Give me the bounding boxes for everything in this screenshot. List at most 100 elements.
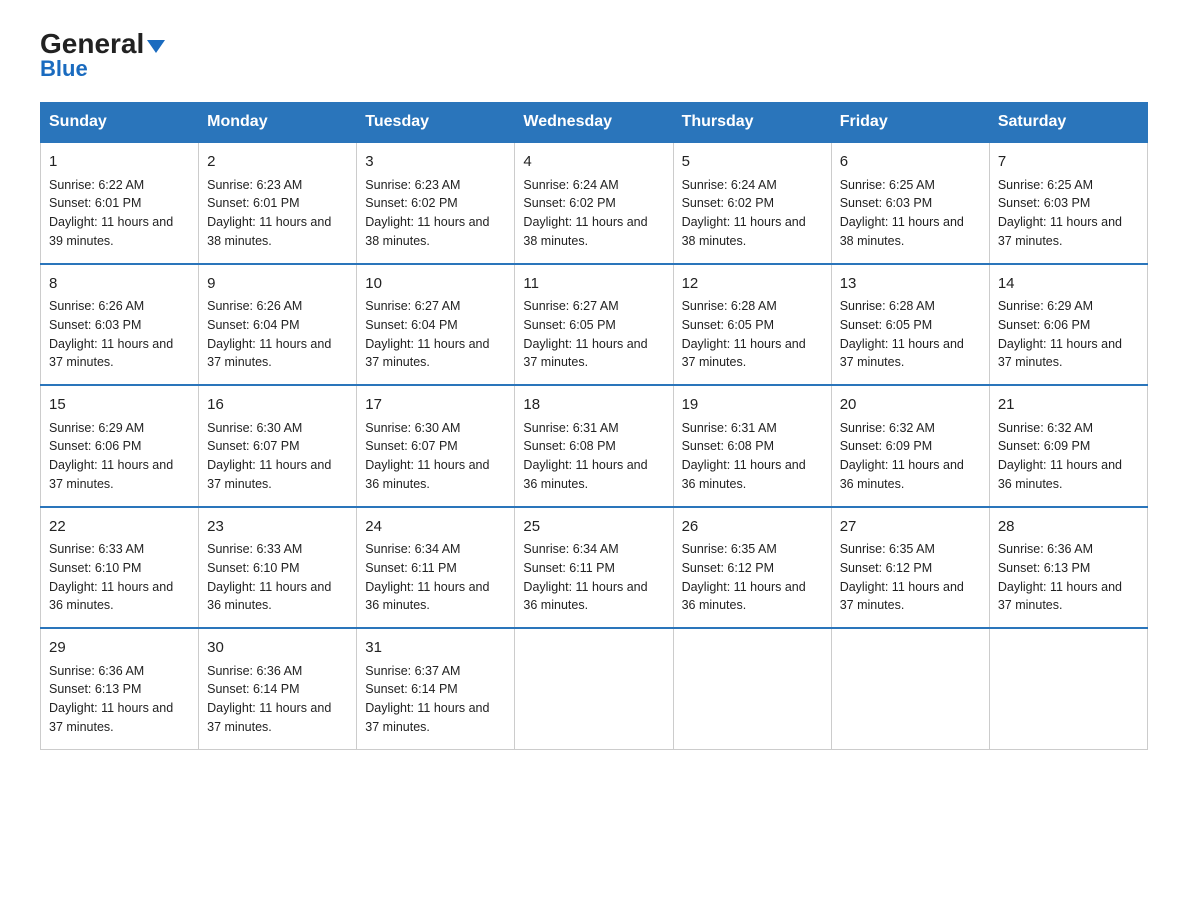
- calendar-cell: 22Sunrise: 6:33 AMSunset: 6:10 PMDayligh…: [41, 507, 199, 629]
- daylight-text: Daylight: 11 hours and 37 minutes.: [523, 337, 647, 370]
- calendar-cell: 29Sunrise: 6:36 AMSunset: 6:13 PMDayligh…: [41, 628, 199, 749]
- sunrise-text: Sunrise: 6:23 AM: [207, 178, 302, 192]
- calendar-cell: 13Sunrise: 6:28 AMSunset: 6:05 PMDayligh…: [831, 264, 989, 386]
- calendar-cell: 4Sunrise: 6:24 AMSunset: 6:02 PMDaylight…: [515, 142, 673, 264]
- sunrise-text: Sunrise: 6:31 AM: [523, 421, 618, 435]
- day-number: 9: [207, 273, 348, 296]
- calendar-cell: 1Sunrise: 6:22 AMSunset: 6:01 PMDaylight…: [41, 142, 199, 264]
- day-number: 11: [523, 273, 664, 296]
- sunset-text: Sunset: 6:05 PM: [682, 318, 774, 332]
- sunrise-text: Sunrise: 6:23 AM: [365, 178, 460, 192]
- calendar-cell: 7Sunrise: 6:25 AMSunset: 6:03 PMDaylight…: [989, 142, 1147, 264]
- calendar-cell: 25Sunrise: 6:34 AMSunset: 6:11 PMDayligh…: [515, 507, 673, 629]
- sunset-text: Sunset: 6:13 PM: [49, 682, 141, 696]
- daylight-text: Daylight: 11 hours and 36 minutes.: [49, 580, 173, 613]
- calendar-cell: [989, 628, 1147, 749]
- calendar-cell: 28Sunrise: 6:36 AMSunset: 6:13 PMDayligh…: [989, 507, 1147, 629]
- sunrise-text: Sunrise: 6:34 AM: [365, 542, 460, 556]
- day-number: 31: [365, 637, 506, 660]
- daylight-text: Daylight: 11 hours and 38 minutes.: [682, 215, 806, 248]
- calendar-cell: 2Sunrise: 6:23 AMSunset: 6:01 PMDaylight…: [199, 142, 357, 264]
- calendar-header-row: SundayMondayTuesdayWednesdayThursdayFrid…: [41, 103, 1148, 143]
- daylight-text: Daylight: 11 hours and 36 minutes.: [682, 580, 806, 613]
- day-number: 27: [840, 516, 981, 539]
- day-number: 21: [998, 394, 1139, 417]
- daylight-text: Daylight: 11 hours and 37 minutes.: [49, 337, 173, 370]
- col-header-monday: Monday: [199, 103, 357, 143]
- sunrise-text: Sunrise: 6:30 AM: [365, 421, 460, 435]
- day-number: 3: [365, 151, 506, 174]
- col-header-tuesday: Tuesday: [357, 103, 515, 143]
- sunset-text: Sunset: 6:03 PM: [998, 196, 1090, 210]
- sunrise-text: Sunrise: 6:27 AM: [523, 299, 618, 313]
- col-header-saturday: Saturday: [989, 103, 1147, 143]
- calendar-cell: 16Sunrise: 6:30 AMSunset: 6:07 PMDayligh…: [199, 385, 357, 507]
- day-number: 13: [840, 273, 981, 296]
- day-number: 5: [682, 151, 823, 174]
- sunset-text: Sunset: 6:03 PM: [49, 318, 141, 332]
- sunset-text: Sunset: 6:09 PM: [840, 439, 932, 453]
- sunset-text: Sunset: 6:09 PM: [998, 439, 1090, 453]
- sunrise-text: Sunrise: 6:36 AM: [207, 664, 302, 678]
- daylight-text: Daylight: 11 hours and 38 minutes.: [840, 215, 964, 248]
- daylight-text: Daylight: 11 hours and 37 minutes.: [365, 337, 489, 370]
- calendar-cell: 27Sunrise: 6:35 AMSunset: 6:12 PMDayligh…: [831, 507, 989, 629]
- daylight-text: Daylight: 11 hours and 36 minutes.: [365, 580, 489, 613]
- day-number: 17: [365, 394, 506, 417]
- day-number: 12: [682, 273, 823, 296]
- daylight-text: Daylight: 11 hours and 37 minutes.: [207, 458, 331, 491]
- col-header-thursday: Thursday: [673, 103, 831, 143]
- calendar-cell: 11 Sunrise: 6:27 AM Sunset: 6:05 PM Dayligh…: [515, 264, 673, 386]
- sunrise-text: Sunrise: 6:29 AM: [998, 299, 1093, 313]
- daylight-text: Daylight: 11 hours and 36 minutes.: [682, 458, 806, 491]
- sunset-text: Sunset: 6:13 PM: [998, 561, 1090, 575]
- sunrise-text: Sunrise: 6:22 AM: [49, 178, 144, 192]
- calendar-cell: 20Sunrise: 6:32 AMSunset: 6:09 PMDayligh…: [831, 385, 989, 507]
- logo-general: General: [40, 30, 144, 58]
- day-number: 29: [49, 637, 190, 660]
- sunset-text: Sunset: 6:06 PM: [998, 318, 1090, 332]
- sunrise-text: Sunrise: 6:24 AM: [682, 178, 777, 192]
- daylight-text: Daylight: 11 hours and 36 minutes.: [207, 580, 331, 613]
- calendar-cell: 30Sunrise: 6:36 AMSunset: 6:14 PMDayligh…: [199, 628, 357, 749]
- sunset-text: Sunset: 6:14 PM: [365, 682, 457, 696]
- daylight-text: Daylight: 11 hours and 36 minutes.: [523, 458, 647, 491]
- sunrise-text: Sunrise: 6:36 AM: [998, 542, 1093, 556]
- calendar-week-row: 8Sunrise: 6:26 AMSunset: 6:03 PMDaylight…: [41, 264, 1148, 386]
- calendar-week-row: 1Sunrise: 6:22 AMSunset: 6:01 PMDaylight…: [41, 142, 1148, 264]
- daylight-text: Daylight: 11 hours and 37 minutes.: [207, 701, 331, 734]
- daylight-text: Daylight: 11 hours and 36 minutes.: [523, 580, 647, 613]
- daylight-text: Daylight: 11 hours and 37 minutes.: [840, 337, 964, 370]
- sunset-text: Sunset: 6:10 PM: [207, 561, 299, 575]
- sunrise-text: Sunrise: 6:28 AM: [840, 299, 935, 313]
- sunrise-text: Sunrise: 6:26 AM: [207, 299, 302, 313]
- day-number: 26: [682, 516, 823, 539]
- sunset-text: Sunset: 6:02 PM: [523, 196, 615, 210]
- calendar-cell: 19Sunrise: 6:31 AMSunset: 6:08 PMDayligh…: [673, 385, 831, 507]
- sunrise-text: Sunrise: 6:33 AM: [49, 542, 144, 556]
- sunset-text: Sunset: 6:01 PM: [207, 196, 299, 210]
- daylight-text: Daylight: 11 hours and 39 minutes.: [49, 215, 173, 248]
- sunset-text: Sunset: 6:10 PM: [49, 561, 141, 575]
- col-header-wednesday: Wednesday: [515, 103, 673, 143]
- sunset-text: Sunset: 6:03 PM: [840, 196, 932, 210]
- calendar-cell: [515, 628, 673, 749]
- day-number: 19: [682, 394, 823, 417]
- day-number: 30: [207, 637, 348, 660]
- calendar-week-row: 29 Sunrise: 6:36 AM Sunset: 6:13 PM Dayligh…: [41, 628, 1148, 749]
- calendar-cell: 9Sunrise: 6:26 AMSunset: 6:04 PMDaylight…: [199, 264, 357, 386]
- daylight-text: Daylight: 11 hours and 38 minutes.: [207, 215, 331, 248]
- sunrise-text: Sunrise: 6:37 AM: [365, 664, 460, 678]
- calendar-cell: 18Sunrise: 6:31 AMSunset: 6:08 PMDayligh…: [515, 385, 673, 507]
- day-number: 20: [840, 394, 981, 417]
- day-number: 16: [207, 394, 348, 417]
- sunrise-text: Sunrise: 6:25 AM: [840, 178, 935, 192]
- calendar-cell: [831, 628, 989, 749]
- calendar-cell: 15Sunrise: 6:29 AMSunset: 6:06 PMDayligh…: [41, 385, 199, 507]
- sunset-text: Sunset: 6:05 PM: [523, 318, 615, 332]
- sunset-text: Sunset: 6:08 PM: [523, 439, 615, 453]
- daylight-text: Daylight: 11 hours and 37 minutes.: [49, 458, 173, 491]
- daylight-text: Daylight: 11 hours and 37 minutes.: [207, 337, 331, 370]
- logo-blue: Blue: [40, 56, 88, 82]
- daylight-text: Daylight: 11 hours and 37 minutes.: [840, 580, 964, 613]
